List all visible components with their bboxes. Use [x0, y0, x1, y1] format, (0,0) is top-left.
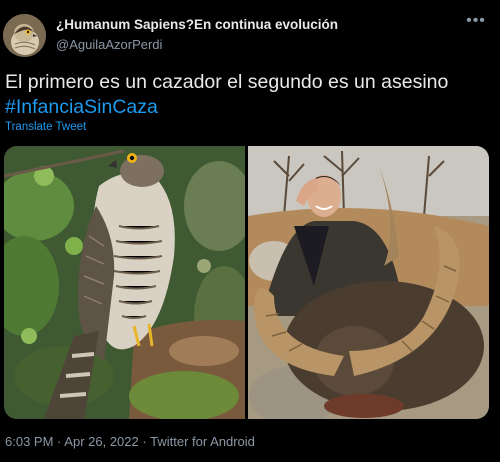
author-handle[interactable]: @AguilaAzorPerdi — [56, 37, 162, 52]
hawk-avatar-icon — [3, 14, 46, 57]
sparrowhawk-image[interactable] — [4, 146, 254, 419]
tweet-source[interactable]: Twitter for Android — [150, 434, 255, 449]
avatar[interactable] — [3, 14, 46, 57]
translate-tweet-link[interactable]: Translate Tweet — [5, 121, 86, 133]
tweet-text: El primero es un cazador el segundo es u… — [5, 70, 490, 120]
hashtag-link[interactable]: #InfanciaSinCaza — [5, 95, 490, 120]
more-options-icon[interactable]: ••• — [464, 13, 488, 32]
hunter-trophy-image[interactable] — [248, 146, 489, 419]
tweet-date[interactable]: Apr 26, 2022 — [64, 434, 138, 449]
tweet-media[interactable] — [4, 146, 489, 419]
tweet-time[interactable]: 6:03 PM — [5, 434, 53, 449]
meta-separator: · — [57, 434, 62, 449]
author-display-name[interactable]: ¿Humanum Sapiens?En continua evolución — [56, 17, 338, 32]
tweet-metadata: 6:03 PM · Apr 26, 2022 · Twitter for And… — [5, 434, 255, 449]
tweet-body: El primero es un cazador el segundo es u… — [5, 71, 449, 93]
meta-separator: · — [142, 434, 147, 449]
